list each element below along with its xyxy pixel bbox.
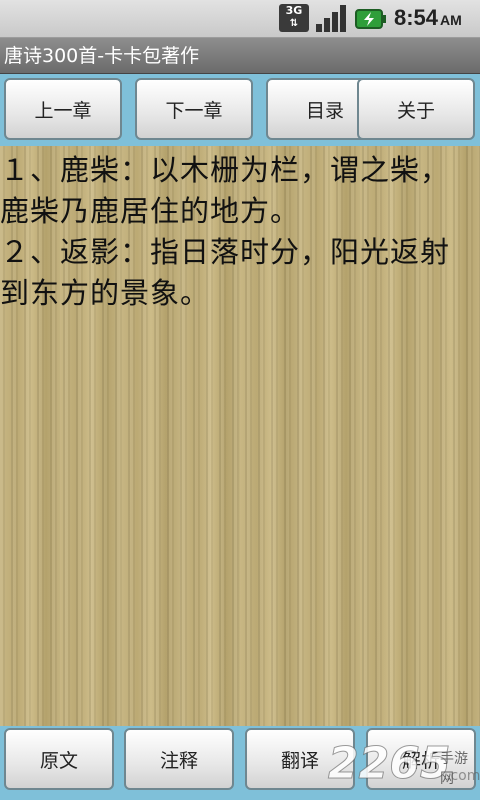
annotation-content: １、鹿柴：以木栅为栏，谓之柴，鹿柴乃鹿居住的地方。 ２、返影：指日落时分，阳光返… (0, 146, 480, 726)
prev-chapter-button[interactable]: 上一章 (4, 78, 122, 140)
annotation-button[interactable]: 注释 (124, 728, 234, 790)
app-title-bar: 唐诗300首-卡卡包著作 (0, 38, 480, 74)
signal-icon (316, 5, 346, 32)
bottom-toolbar: 原文 注释 翻译 解析 (0, 726, 480, 800)
app-title: 唐诗300首-卡卡包著作 (4, 45, 200, 67)
clock: 8:54 AM (394, 5, 462, 31)
about-button[interactable]: 关于 (357, 78, 475, 140)
analysis-button[interactable]: 解析 (366, 728, 476, 790)
translation-button[interactable]: 翻译 (245, 728, 355, 790)
next-chapter-button[interactable]: 下一章 (135, 78, 253, 140)
notes-text: １、鹿柴：以木栅为栏，谓之柴，鹿柴乃鹿居住的地方。 ２、返影：指日落时分，阳光返… (0, 146, 480, 314)
network-label: 3G (285, 4, 303, 17)
note-item: ２、返影：指日落时分，阳光返射到东方的景象。 (0, 235, 451, 310)
3g-icon: 3G ⇅ (279, 4, 309, 32)
clock-time: 8:54 (394, 5, 439, 30)
clock-ampm: AM (440, 12, 462, 28)
original-text-button[interactable]: 原文 (4, 728, 114, 790)
battery-charging-icon (355, 9, 386, 29)
status-bar: 3G ⇅ 8:54 AM (0, 0, 480, 38)
note-item: １、鹿柴：以木栅为栏，谓之柴，鹿柴乃鹿居住的地方。 (0, 153, 451, 228)
top-toolbar: 上一章 下一章 目录 关于 (0, 74, 480, 146)
